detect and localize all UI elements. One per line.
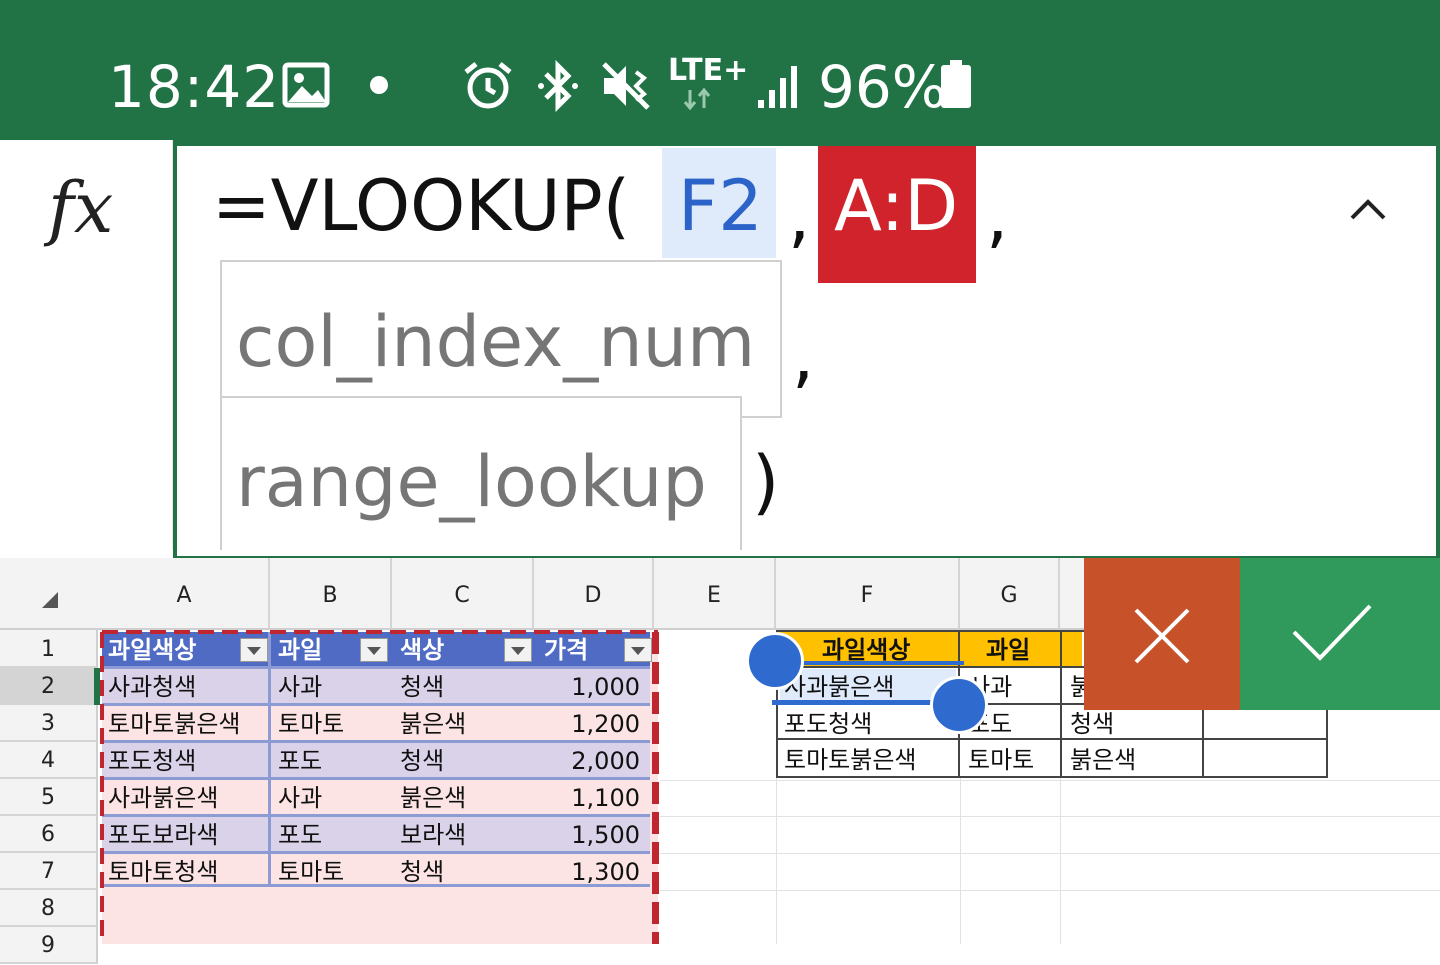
table-cell[interactable]: 1,200 <box>540 706 640 742</box>
close-icon <box>1134 608 1190 664</box>
table-cell[interactable]: 붉은색 <box>400 780 466 816</box>
gridline <box>660 853 1440 854</box>
notification-dot-icon <box>370 76 388 94</box>
filter-dropdown-icon[interactable] <box>504 638 532 662</box>
image-icon <box>282 62 330 108</box>
table-cell[interactable]: 사과 <box>278 669 322 705</box>
table-line <box>268 632 271 886</box>
column-header-e[interactable]: E <box>654 558 776 628</box>
alarm-icon <box>464 62 512 109</box>
table-cell[interactable]: 청색 <box>400 669 444 705</box>
lookup-cell[interactable]: 청색 <box>1070 706 1114 742</box>
table-cell[interactable]: 포도보라색 <box>108 817 218 853</box>
column-header-d[interactable]: D <box>534 558 654 628</box>
row-header-5[interactable]: 5 <box>0 779 98 816</box>
lte-indicator: LTE+ <box>668 53 749 88</box>
table-header-cell[interactable]: 과일 <box>278 632 322 668</box>
table-cell[interactable]: 포도 <box>278 743 322 779</box>
column-header-a[interactable]: A <box>100 558 270 628</box>
row-header-7[interactable]: 7 <box>0 853 98 890</box>
table-cell[interactable]: 청색 <box>400 854 444 890</box>
battery-percent: 96% <box>818 53 947 121</box>
table-line <box>1060 630 1062 776</box>
collapse-chevron-icon[interactable] <box>1348 196 1388 222</box>
formula-separator: , <box>792 315 815 397</box>
column-header-g[interactable]: G <box>960 558 1060 628</box>
cancel-button[interactable] <box>1084 558 1240 710</box>
filter-dropdown-icon[interactable] <box>360 638 388 662</box>
bluetooth-icon <box>538 60 578 112</box>
formula-separator: , <box>986 175 1009 257</box>
table-header-cell[interactable]: 색상 <box>400 632 444 668</box>
function-icon[interactable]: fx <box>48 158 113 258</box>
row-header-6[interactable]: 6 <box>0 816 98 853</box>
table-cell[interactable]: 2,000 <box>540 743 640 779</box>
data-arrows-icon <box>683 88 711 110</box>
gridline <box>660 780 1440 781</box>
lookup-header-cell[interactable]: 과일 <box>986 632 1030 668</box>
row-header-4[interactable]: 4 <box>0 742 98 779</box>
ref-marquee-left <box>100 632 104 944</box>
confirm-button[interactable] <box>1240 558 1440 710</box>
table-header-cell[interactable]: 과일색상 <box>108 632 196 668</box>
checkmark-icon <box>1292 604 1372 661</box>
table-cell[interactable]: 포도 <box>278 817 322 853</box>
formula-arg-col-index-num[interactable]: col_index_num <box>220 260 782 418</box>
table-cell[interactable]: 사과청색 <box>108 669 196 705</box>
ref-marquee-right <box>652 632 659 944</box>
selection-handle-end[interactable] <box>930 676 988 734</box>
column-header-f[interactable]: F <box>776 558 960 628</box>
row-header-8[interactable]: 8 <box>0 890 98 927</box>
formula-arg-table-array[interactable]: A:D <box>834 156 958 256</box>
gridline <box>660 816 1440 817</box>
table-cell[interactable]: 사과 <box>278 780 322 816</box>
column-header-c[interactable]: C <box>392 558 534 628</box>
status-bar: 18:42 LTE+ 96% <box>0 0 1440 140</box>
table-cell[interactable]: 1,500 <box>540 817 640 853</box>
table-cell[interactable]: 사과붉은색 <box>108 780 218 816</box>
gridline <box>660 890 1440 891</box>
selection-handle-start[interactable] <box>746 632 804 690</box>
formula-close-paren: ) <box>752 441 780 523</box>
filter-dropdown-icon[interactable] <box>624 638 652 662</box>
signal-icon <box>758 66 797 108</box>
table-header-cell[interactable]: 가격 <box>544 632 588 668</box>
table-cell[interactable]: 토마토청색 <box>108 854 218 890</box>
table-cell[interactable]: 토마토 <box>278 854 344 890</box>
table-cell[interactable]: 1,100 <box>540 780 640 816</box>
table-cell[interactable]: 토마토붉은색 <box>108 706 240 742</box>
table-cell[interactable]: 1,300 <box>540 854 640 890</box>
clock: 18:42 <box>108 53 281 121</box>
row-header-2[interactable]: 2 <box>0 668 98 705</box>
lookup-cell[interactable]: 붉은색 <box>1070 742 1136 778</box>
formula-arg-range-lookup[interactable]: range_lookup <box>220 396 742 550</box>
table-cell[interactable]: 보라색 <box>400 817 466 853</box>
formula-arg-lookup-value[interactable]: F2 <box>678 156 763 256</box>
row-header-1[interactable]: 1 <box>0 630 98 668</box>
row-header-3[interactable]: 3 <box>0 705 98 742</box>
vibrate-mute-icon <box>602 62 650 110</box>
table-cell[interactable]: 청색 <box>400 743 444 779</box>
table-cell[interactable]: 1,000 <box>540 669 640 705</box>
formula-prefix[interactable]: =VLOOKUP( <box>212 156 630 256</box>
selection-overline <box>800 661 964 665</box>
filter-dropdown-icon[interactable] <box>240 638 268 662</box>
formula-separator: , <box>788 175 811 257</box>
row-header-9[interactable]: 9 <box>0 927 98 964</box>
column-header-b[interactable]: B <box>270 558 392 628</box>
table-cell[interactable]: 포도청색 <box>108 743 196 779</box>
select-all-corner[interactable] <box>42 592 58 608</box>
lookup-cell[interactable]: 포도청색 <box>784 706 872 742</box>
table-cell[interactable]: 토마토 <box>278 706 344 742</box>
lookup-cell[interactable]: 토마토붉은색 <box>784 742 916 778</box>
table-cell[interactable]: 붉은색 <box>400 706 466 742</box>
lookup-cell[interactable]: 토마토 <box>968 742 1034 778</box>
battery-icon <box>941 60 971 108</box>
